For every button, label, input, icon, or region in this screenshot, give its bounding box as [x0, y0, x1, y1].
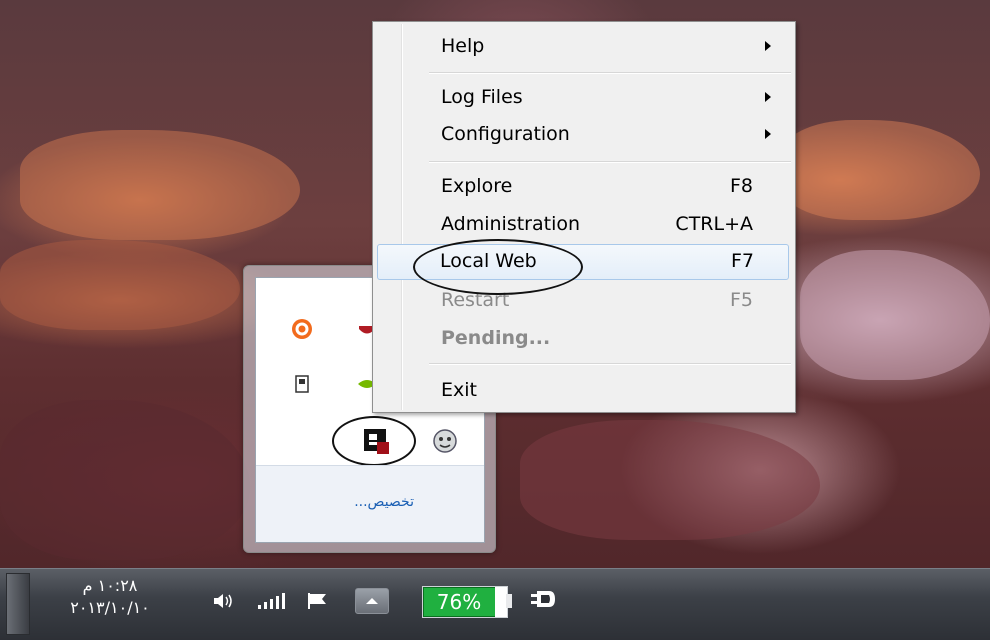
menu-item-label: Help	[441, 35, 485, 57]
menu-item-restart[interactable]: Restart F5	[375, 284, 791, 316]
battery-indicator[interactable]: 76%	[422, 586, 508, 618]
menu-item-configuration[interactable]: Configuration	[375, 118, 791, 150]
menu-item-pending[interactable]: Pending...	[375, 322, 791, 354]
menu-item-label: Exit	[441, 379, 477, 401]
menu-separator	[429, 161, 791, 163]
flag-icon[interactable]	[304, 591, 332, 611]
submenu-arrow-icon	[765, 92, 771, 102]
menu-item-shortcut: F8	[729, 175, 753, 197]
clock-time: ۱۰:۲۸ م	[82, 576, 138, 595]
tray-expand-button[interactable]	[355, 588, 389, 614]
submenu-arrow-icon	[765, 129, 771, 139]
menu-item-help[interactable]: Help	[375, 30, 791, 62]
avast-icon[interactable]	[291, 318, 313, 340]
menu-item-shortcut: F5	[729, 289, 753, 311]
speaker-icon[interactable]	[210, 591, 238, 611]
annotation-circle-tray	[332, 416, 416, 466]
menu-item-label: Configuration	[441, 123, 570, 145]
tray-overflow-footer: تخصيص...	[256, 465, 484, 542]
menu-item-label: Log Files	[441, 86, 523, 108]
taskbar: ۱۰:۲۸ م ۲۰۱۳/۱۰/۱۰ 76%	[0, 568, 990, 640]
battery-tip	[506, 594, 512, 608]
annotation-circle-local-web	[413, 239, 583, 295]
menu-item-shortcut: CTRL+A	[675, 213, 753, 235]
menu-item-label: Explore	[441, 175, 513, 197]
power-plug-icon[interactable]	[528, 589, 562, 609]
menu-item-exit[interactable]: Exit	[375, 374, 791, 406]
submenu-arrow-icon	[765, 41, 771, 51]
menu-item-administration[interactable]: Administration CTRL+A	[375, 208, 791, 240]
menu-separator	[429, 363, 791, 365]
menu-separator	[429, 72, 791, 74]
tray-expand-icon	[366, 598, 378, 604]
signal-icon[interactable]	[255, 591, 289, 611]
menu-item-explore[interactable]: Explore F8	[375, 170, 791, 202]
menu-item-shortcut: F7	[730, 250, 754, 272]
menu-item-label: Administration	[441, 213, 581, 235]
customize-link[interactable]: تخصيص...	[354, 494, 414, 510]
taskbar-clock[interactable]: ۱۰:۲۸ م ۲۰۱۳/۱۰/۱۰	[52, 575, 168, 619]
android-icon[interactable]	[432, 428, 458, 454]
context-menu: Help Log Files Configuration Explore F8 …	[372, 21, 796, 413]
show-desktop-button[interactable]	[6, 573, 30, 635]
battery-percent: 76%	[436, 590, 482, 614]
menu-item-log-files[interactable]: Log Files	[375, 81, 791, 113]
menu-item-label: Pending...	[441, 327, 551, 349]
clock-date: ۲۰۱۳/۱۰/۱۰	[70, 598, 150, 617]
usb-icon[interactable]	[291, 373, 313, 395]
